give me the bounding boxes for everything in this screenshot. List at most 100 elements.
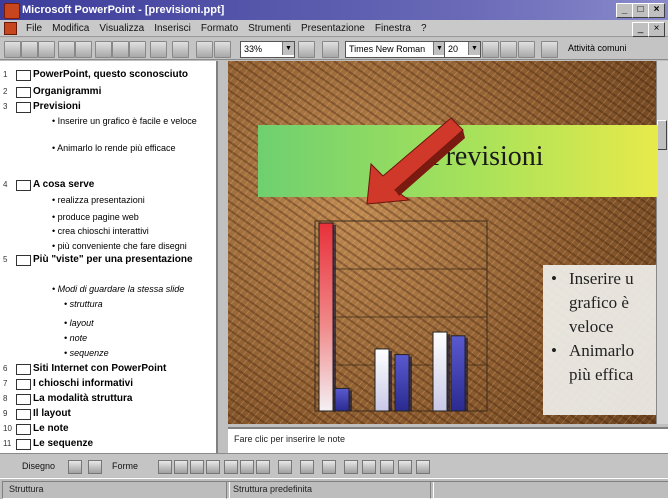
menu-visualizza[interactable]: Visualizza [94,20,149,37]
menu-strumenti[interactable]: Strumenti [243,20,296,37]
slide-icon[interactable] [16,409,31,420]
cut-icon[interactable] [95,41,112,58]
font-size-combo[interactable]: 20 ▼ [444,41,481,58]
maximize-button[interactable]: □ [632,3,649,18]
outline-bullet[interactable]: • Inserire un grafico è facile e veloce [52,116,202,127]
outline-bullet[interactable]: • più conveniente che fare disegni [52,241,187,251]
font-combo[interactable]: Times New Roman ▼ [345,41,446,58]
rectangle-icon[interactable] [190,460,204,474]
doc-minimize-button[interactable]: _ [632,22,649,37]
clipart-icon[interactable] [256,460,270,474]
line-color-icon[interactable] [300,460,314,474]
outline-bullet[interactable]: • Animarlo lo rende più efficace [52,143,176,153]
undo-icon[interactable] [150,41,167,58]
doc-close-button[interactable]: × [648,22,665,37]
outline-bullet[interactable]: • produce pagine web [52,212,139,222]
copy-icon[interactable] [112,41,129,58]
menu-presentazione[interactable]: Presentazione [296,20,370,37]
outline-bullet[interactable]: • note [64,333,87,343]
underline-icon[interactable] [500,41,517,58]
align-icon[interactable] [541,41,558,58]
outline-slide-title[interactable]: Le note [33,423,69,434]
font-color-icon[interactable] [322,460,336,474]
outline-slide-title[interactable]: Previsioni [33,101,81,112]
outline-slide-title[interactable]: Le sequenze [33,438,93,449]
slide-textbox[interactable]: Inserire u grafico è veloce Animarlo più eff… [543,265,656,415]
select-arrow-icon[interactable] [68,460,82,474]
outline-bullet[interactable]: • Modi di guardare la stessa slide [52,284,184,294]
outline-slide-title[interactable]: Più "viste" per una presentazione [33,254,193,266]
italic-icon[interactable] [482,41,499,58]
menu-formato[interactable]: Formato [196,20,243,37]
outline-bullet[interactable]: • layout [64,318,94,328]
slide-icon[interactable] [16,180,31,191]
scrollbar-thumb[interactable] [657,120,667,150]
font-value: Times New Roman [349,44,426,54]
arrow-style-icon[interactable] [380,460,394,474]
outline-slide-title[interactable]: I chioschi informativi [33,378,133,389]
common-tasks-label: Attività comuni [568,43,627,53]
chevron-down-icon[interactable]: ▼ [468,42,480,55]
outline-slide-title[interactable]: La modalità struttura [33,393,132,404]
slide-icon[interactable] [16,394,31,405]
vertical-scrollbar[interactable] [656,61,668,424]
shadow-style-icon[interactable] [398,460,412,474]
shadow-icon[interactable] [518,41,535,58]
slide-icon[interactable] [16,70,31,81]
menu-modifica[interactable]: Modifica [47,20,94,37]
document-icon[interactable] [4,21,17,35]
slide-icon[interactable] [16,439,31,450]
menu-inserisci[interactable]: Inserisci [149,20,196,37]
minimize-button[interactable]: _ [616,3,633,18]
draw-menu-button[interactable]: Disegno [22,459,55,473]
insert-table-icon[interactable] [214,41,231,58]
save-icon[interactable] [38,41,55,58]
common-tasks-menu[interactable]: Attività comuni [565,41,643,56]
print-icon[interactable] [58,41,75,58]
slide-icon[interactable] [16,424,31,435]
notes-pane[interactable]: Fare clic per inserire le note [228,427,668,453]
outline-bullet[interactable]: • sequenze [64,348,109,358]
slide-icon[interactable] [16,87,31,98]
wordart-icon[interactable] [240,460,254,474]
3d-style-icon[interactable] [416,460,430,474]
outline-slide-title[interactable]: Organigrammi [33,86,101,97]
powerpoint-app-icon[interactable] [4,3,20,19]
new-icon[interactable] [4,41,21,58]
help-icon[interactable] [298,41,315,58]
slide-icon[interactable] [16,379,31,390]
bar-chart[interactable] [285,215,495,415]
menu-finestra[interactable]: Finestra [370,20,416,37]
oval-icon[interactable] [206,460,220,474]
line-icon[interactable] [158,460,172,474]
rotate-icon[interactable] [88,460,102,474]
outline-bullet[interactable]: • struttura [64,299,103,309]
outline-slide-title[interactable]: PowerPoint, questo sconosciuto [33,69,188,80]
chevron-down-icon[interactable]: ▼ [282,42,294,55]
autoshapes-button[interactable]: Forme [112,459,138,473]
bold-icon[interactable] [322,41,339,58]
textbox-icon[interactable] [224,460,238,474]
fill-color-icon[interactable] [278,460,292,474]
redo-icon[interactable] [172,41,189,58]
paste-icon[interactable] [129,41,146,58]
close-button[interactable]: × [648,3,665,18]
spelling-icon[interactable] [75,41,92,58]
line-style-icon[interactable] [344,460,358,474]
open-icon[interactable] [21,41,38,58]
dash-style-icon[interactable] [362,460,376,474]
outline-slide-title[interactable]: Il layout [33,408,71,419]
slide-icon[interactable] [16,255,31,266]
outline-slide-title[interactable]: A cosa serve [33,179,94,190]
menu-file[interactable]: File [21,20,47,37]
outline-slide-title[interactable]: Siti Internet con PowerPoint [33,363,166,374]
slide-icon[interactable] [16,364,31,375]
arrow-line-icon[interactable] [174,460,188,474]
outline-bullet[interactable]: • realizza presentazioni [52,195,145,205]
outline-bullet[interactable]: • crea chioschi interattivi [52,226,149,236]
menu-help[interactable]: ? [416,20,432,37]
insert-chart-icon[interactable] [196,41,213,58]
zoom-combo[interactable]: 33% ▼ [240,41,295,58]
outline-pane[interactable]: 1 PowerPoint, questo sconosciuto 2 Organigr… [0,61,218,453]
slide-icon[interactable] [16,102,31,113]
